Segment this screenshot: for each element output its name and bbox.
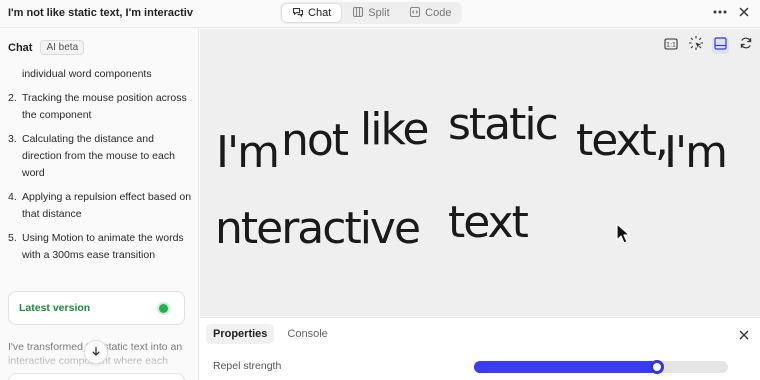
chat-steps-list: 2. Tracking the mouse position across the…: [8, 90, 192, 264]
code-brackets-icon: [409, 6, 421, 21]
interactive-word[interactable]: text,: [576, 119, 669, 163]
tab-split[interactable]: Split: [341, 4, 400, 22]
list-item-number: 5.: [8, 232, 17, 244]
mouse-cursor-icon: [616, 223, 631, 250]
interactive-word[interactable]: I'm: [216, 131, 280, 175]
chat-input-box[interactable]: [8, 373, 185, 380]
tab-code-label: Code: [425, 7, 452, 19]
refresh-preview-button[interactable]: [737, 37, 754, 54]
interactive-word[interactable]: not: [281, 119, 349, 163]
tab-console[interactable]: Console: [280, 324, 334, 344]
list-item: 3. Calculating the distance and direction…: [8, 131, 192, 182]
properties-panel: Properties Console Repel strength: [200, 317, 760, 380]
close-panel-button[interactable]: [738, 328, 750, 346]
chat-intro-fragment: individual word components: [22, 68, 152, 80]
close-window-button[interactable]: [736, 6, 752, 22]
tab-split-label: Split: [368, 7, 390, 19]
chat-message: individual word components 2. Tracking th…: [8, 66, 192, 271]
panel-bottom-icon: [714, 36, 727, 55]
list-item: 4. Applying a repulsion effect based on t…: [8, 189, 192, 223]
chat-sidebar: Chat AI beta individual word components …: [0, 29, 199, 380]
list-item-text: Calculating the distance and direction f…: [22, 133, 175, 179]
repel-strength-slider[interactable]: [474, 360, 728, 374]
interactive-word[interactable]: static: [448, 103, 559, 147]
top-bar: I'm not like static text, I'm interactiv…: [0, 0, 760, 28]
interactive-word[interactable]: nteractive: [215, 207, 421, 251]
more-horizontal-icon: [712, 4, 728, 25]
split-columns-icon: [352, 6, 364, 21]
scroll-to-bottom-button[interactable]: [84, 340, 108, 364]
more-menu-button[interactable]: [712, 6, 728, 22]
interactive-word[interactable]: like: [360, 108, 429, 152]
select-element-button[interactable]: [687, 35, 704, 56]
list-item-number: 3.: [8, 133, 17, 145]
list-item-text: Applying a repulsion effect based on tha…: [22, 191, 192, 220]
list-item-number: 4.: [8, 191, 17, 203]
list-item-number: 2.: [8, 92, 17, 104]
list-item-text: Tracking the mouse position across the c…: [22, 92, 187, 121]
list-item: 2. Tracking the mouse position across the…: [8, 90, 192, 124]
aspect-ratio-icon: 1:1: [663, 37, 678, 55]
chat-bubbles-icon: [292, 6, 304, 21]
list-item: 5. Using Motion to animate the words with…: [8, 230, 192, 264]
version-label: Latest version: [19, 302, 91, 314]
repel-strength-label: Repel strength: [213, 360, 282, 372]
tab-chat[interactable]: Chat: [282, 4, 342, 22]
toggle-bottom-panel-button[interactable]: [712, 36, 729, 55]
panel-tabs: Properties Console: [206, 324, 335, 344]
document-title: I'm not like static text, I'm interactiv…: [8, 7, 193, 19]
aspect-ratio-button[interactable]: 1:1: [662, 37, 679, 54]
svg-text:1:1: 1:1: [666, 41, 676, 48]
refresh-icon: [739, 36, 753, 55]
slider-thumb[interactable]: [649, 360, 664, 374]
version-status-dot: [159, 304, 168, 313]
preview-canvas: 1:1 I'm not like static text, I'm nterac…: [200, 29, 760, 316]
slider-fill: [474, 361, 657, 373]
tab-chat-label: Chat: [308, 7, 332, 19]
sidebar-header: Chat AI beta: [8, 40, 85, 55]
tab-code[interactable]: Code: [401, 4, 460, 22]
interactive-word[interactable]: I'm: [664, 131, 728, 175]
list-item-text: Using Motion to animate the words with a…: [22, 232, 184, 261]
cursor-sparkle-icon: [688, 35, 704, 56]
close-icon: [738, 328, 750, 345]
arrow-down-icon: [91, 343, 101, 361]
interactive-word[interactable]: text: [448, 201, 529, 245]
ai-beta-badge: AI beta: [40, 40, 85, 55]
view-mode-switch: Chat Split Code: [280, 2, 462, 24]
tab-properties[interactable]: Properties: [206, 324, 275, 344]
sidebar-title: Chat: [8, 41, 33, 54]
latest-version-card[interactable]: Latest version: [8, 291, 185, 325]
close-icon: [737, 5, 751, 24]
preview-toolbar: 1:1: [662, 35, 754, 56]
